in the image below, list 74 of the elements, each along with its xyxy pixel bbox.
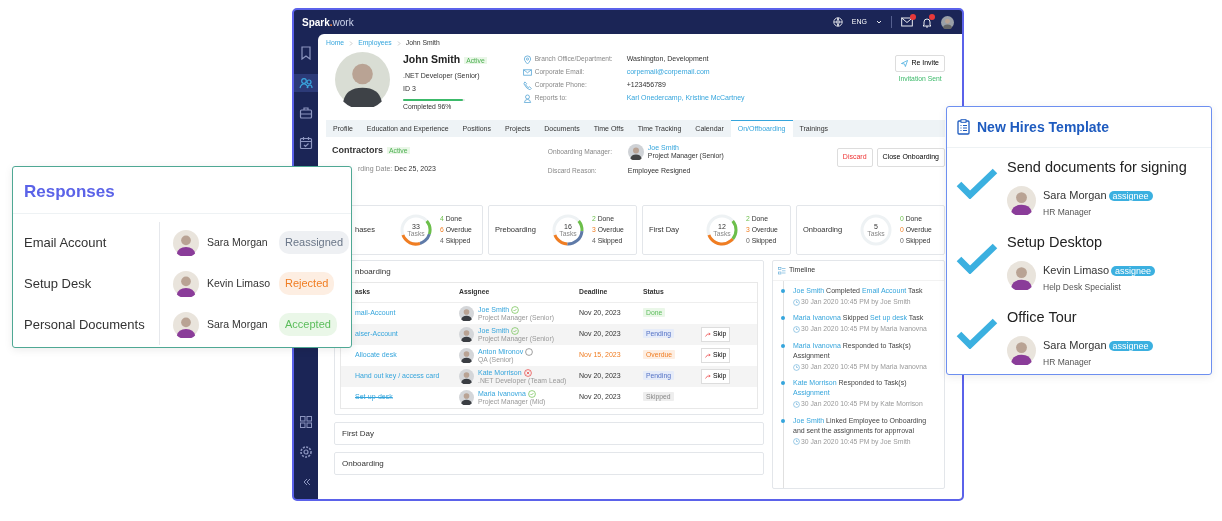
avatar <box>173 270 199 297</box>
assignee-badge: assignee <box>1108 340 1153 351</box>
status-badge: Accepted <box>279 313 337 336</box>
avatar <box>459 327 474 342</box>
skip-icon <box>705 374 711 379</box>
send-icon <box>901 59 909 67</box>
person-name: Kevin Limaso <box>1043 263 1110 276</box>
avatar <box>459 306 474 321</box>
skip-icon <box>705 353 711 358</box>
task-title: Setup Desktop <box>1007 233 1104 252</box>
clock-icon <box>793 326 800 334</box>
clock-icon <box>793 298 800 306</box>
person-name: Sara Morgan <box>1043 338 1107 351</box>
avatar <box>459 348 474 363</box>
task-title: Office Tour <box>1007 308 1078 327</box>
person-role: HR Manager <box>1043 355 1093 369</box>
task-title: Send documents for signing <box>1007 158 1187 177</box>
users-icon[interactable] <box>294 74 318 92</box>
status-badge: Rejected <box>279 272 335 295</box>
person-name: Kevin Limaso <box>207 275 271 291</box>
timeline-dot <box>781 418 785 423</box>
assignee-badge: assignee <box>1111 265 1156 276</box>
avatar <box>173 311 199 338</box>
card-title: New Hires Template <box>977 117 1109 137</box>
section-title[interactable]: nboarding <box>355 267 391 276</box>
person-role: HR Manager <box>1043 205 1093 219</box>
person-role: Help Desk Specialist <box>1043 280 1122 294</box>
avatar <box>1007 185 1036 215</box>
task-name: Personal Documents <box>24 315 146 334</box>
card-title: Responses <box>13 167 351 214</box>
clock-icon <box>793 401 800 408</box>
chevron-right-icon <box>396 41 401 46</box>
skip-icon <box>705 332 711 337</box>
chevron-right-icon <box>349 41 354 46</box>
donut-chart <box>551 213 585 247</box>
bell-icon[interactable] <box>922 16 932 28</box>
assignee-badge: assignee <box>1108 190 1153 201</box>
progress-bar <box>403 98 465 102</box>
avatar <box>627 144 644 160</box>
mail-icon[interactable] <box>901 17 913 27</box>
task-name: Email Account <box>24 233 108 252</box>
logo[interactable]: Spark.work <box>302 14 354 30</box>
section-title[interactable]: Onboarding <box>342 459 384 468</box>
clock-icon <box>793 438 800 446</box>
clipboard-icon <box>957 119 970 135</box>
donut-chart <box>399 213 433 247</box>
person-icon <box>522 93 532 103</box>
timeline-dot <box>781 381 785 386</box>
phone-icon <box>522 80 532 90</box>
person-name: Sara Morgan <box>1043 188 1107 201</box>
avatar <box>941 15 954 29</box>
timeline-dot <box>781 289 785 293</box>
location-icon <box>522 54 532 64</box>
avatar <box>459 390 474 405</box>
person-name: Sara Morgan <box>207 316 269 332</box>
task-name: Setup Desk <box>24 274 93 293</box>
avatar <box>335 52 390 107</box>
globe-icon <box>832 17 843 27</box>
avatar <box>459 369 474 384</box>
avatar <box>173 229 199 256</box>
section-title[interactable]: First Day <box>342 429 374 438</box>
donut-chart <box>705 213 739 247</box>
person-name: Sara Morgan <box>207 234 269 250</box>
employee-name: John Smith <box>403 53 461 65</box>
clock-icon <box>793 363 800 371</box>
avatar <box>1007 260 1036 290</box>
status-badge: Reassigned <box>279 231 350 254</box>
onboarding-title: Contractors <box>332 145 383 155</box>
timeline-dot <box>781 343 785 348</box>
chevron-down-icon <box>876 19 882 25</box>
avatar <box>1007 335 1036 365</box>
timeline-dot <box>781 316 785 321</box>
timeline-icon <box>778 266 786 275</box>
email-icon <box>522 67 532 77</box>
